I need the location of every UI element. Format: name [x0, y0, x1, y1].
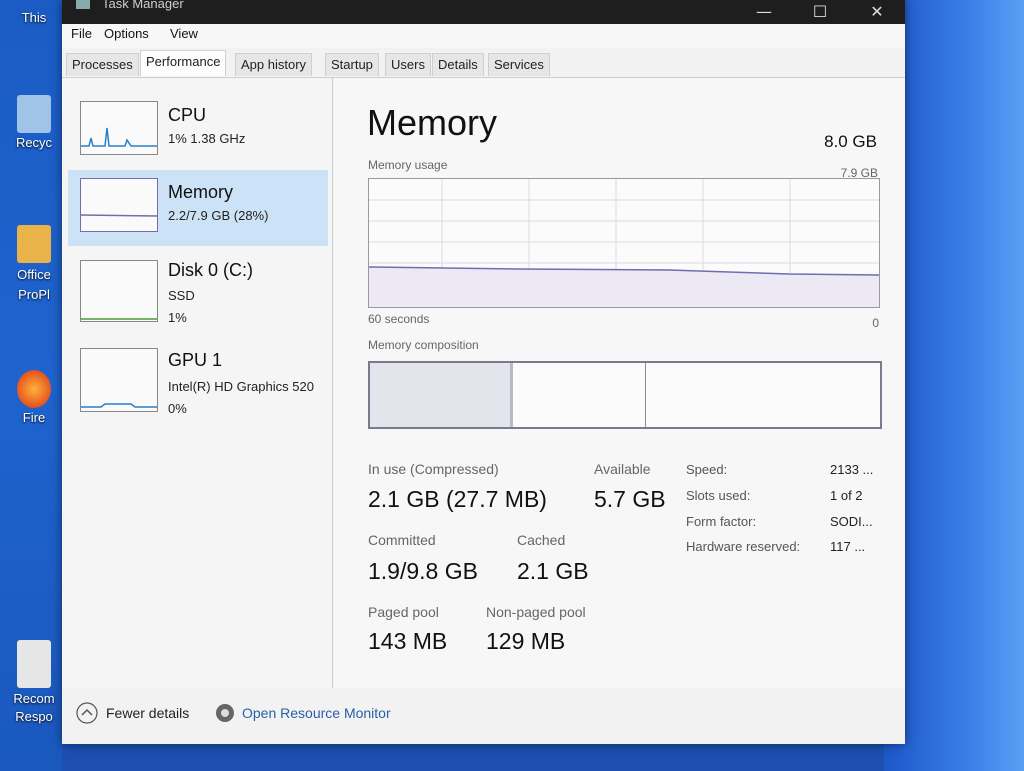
footer: Fewer details Open Resource Monitor: [62, 690, 905, 744]
speed-label: Speed:: [686, 462, 728, 477]
x-axis-right-label: 0: [872, 316, 879, 330]
memory-usage-graph: [368, 178, 880, 308]
in-use-value: 2.1 GB (27.7 MB): [368, 486, 547, 512]
memory-composition-bar: [368, 361, 882, 429]
committed-value: 1.9/9.8 GB: [368, 558, 478, 584]
available-label: Available: [594, 461, 651, 477]
speed-value: 2133 ...: [830, 462, 874, 477]
menu-options[interactable]: Options: [104, 26, 149, 41]
disk-sparkline: [81, 318, 157, 320]
available-value: 5.7 GB: [594, 486, 666, 512]
cpu-subtitle: 1% 1.38 GHz: [168, 131, 246, 146]
desktop-icon-firefox[interactable]: Fire: [8, 370, 60, 425]
menu-file[interactable]: File: [71, 26, 92, 41]
disk-thumbnail-graph: [80, 260, 158, 322]
chevron-up-icon: [76, 702, 98, 724]
disk-title: Disk 0 (C:): [168, 260, 253, 280]
recycle-bin-icon: [17, 95, 51, 133]
paged-pool-value: 143 MB: [368, 628, 448, 654]
hardware-reserved-value: 117 ...: [830, 539, 866, 554]
title-bar[interactable]: Task Manager — ☐ ✕: [62, 0, 905, 24]
open-resource-monitor-label: Open Resource Monitor: [242, 705, 391, 721]
composition-in-use: [370, 363, 513, 427]
office-label: Office ProPl: [17, 267, 51, 302]
x-axis-left-label: 60 seconds: [368, 312, 430, 326]
paged-pool-label: Paged pool: [368, 604, 439, 620]
tab-strip: Processes Performance App history Startu…: [62, 49, 905, 78]
desktop-wallpaper: [884, 0, 1024, 771]
minimize-button[interactable]: —: [744, 2, 784, 22]
sidebar-item-memory[interactable]: Memory 2.2/7.9 GB (28%): [68, 170, 328, 246]
memory-subtitle: 2.2/7.9 GB (28%): [168, 208, 269, 223]
gpu-usage: 0%: [168, 401, 187, 416]
document-label: Recom Respo: [13, 691, 55, 724]
maximize-button[interactable]: ☐: [800, 2, 840, 22]
menu-bar: File Options View: [62, 24, 905, 48]
form-factor-value: SODI...: [830, 514, 873, 529]
resource-monitor-icon: [216, 704, 234, 722]
desktop-icon-document[interactable]: Recom Respo: [8, 640, 60, 726]
task-manager-icon: [76, 0, 90, 9]
gpu-sparkline: [81, 403, 157, 408]
cached-label: Cached: [517, 532, 566, 548]
sidebar-item-gpu[interactable]: GPU 1 Intel(R) HD Graphics 520 0%: [68, 340, 328, 424]
gpu-title: GPU 1: [168, 350, 223, 370]
gpu-thumbnail-graph: [80, 348, 158, 412]
memory-thumbnail-graph: [80, 178, 158, 232]
cached-value: 2.1 GB: [517, 558, 589, 584]
tab-startup[interactable]: Startup: [325, 53, 379, 76]
cpu-thumbnail-graph: [80, 101, 158, 155]
memory-usage-chart: [368, 179, 880, 307]
task-manager-window: Task Manager — ☐ ✕ File Options View Pro…: [62, 0, 905, 744]
tab-processes[interactable]: Processes: [66, 53, 139, 76]
total-memory: 8.0 GB: [824, 132, 877, 151]
this-pc-label: This: [21, 10, 47, 25]
memory-usage-label: Memory usage: [368, 158, 448, 172]
tab-users[interactable]: Users: [385, 53, 431, 76]
tab-details[interactable]: Details: [432, 53, 484, 76]
fewer-details-label: Fewer details: [106, 705, 190, 721]
non-paged-pool-value: 129 MB: [486, 628, 566, 654]
firefox-icon: [17, 370, 51, 408]
page-title: Memory: [367, 102, 498, 143]
cpu-title: CPU: [168, 105, 207, 125]
sidebar-item-cpu[interactable]: CPU 1% 1.38 GHz: [68, 93, 328, 169]
committed-label: Committed: [368, 532, 436, 548]
desktop-icon-office[interactable]: Office ProPl: [8, 225, 60, 305]
sidebar-item-disk[interactable]: Disk 0 (C:) SSD 1%: [68, 248, 328, 325]
memory-detail-panel: Memory 8.0 GB Memory usage 7.9 GB 60 sec…: [334, 78, 905, 688]
hardware-reserved-label: Hardware reserved:: [686, 539, 801, 554]
recycle-bin-label: Recyc: [15, 135, 53, 150]
in-use-label: In use (Compressed): [368, 461, 499, 477]
close-button[interactable]: ✕: [857, 2, 897, 22]
memory-sparkline: [80, 214, 158, 217]
menu-view[interactable]: View: [170, 26, 198, 41]
slots-used-value: 1 of 2: [830, 488, 863, 503]
form-factor-label: Form factor:: [686, 514, 757, 529]
sidebar: CPU 1% 1.38 GHz Memory 2.2/7.9 GB (28%) …: [62, 78, 333, 688]
firefox-label: Fire: [22, 410, 46, 425]
composition-divider: [645, 363, 646, 427]
memory-title: Memory: [168, 182, 234, 202]
slots-used-label: Slots used:: [686, 488, 751, 503]
memory-composition-label: Memory composition: [368, 338, 479, 352]
tab-services[interactable]: Services: [488, 53, 550, 76]
disk-usage: 1%: [168, 310, 187, 325]
cpu-sparkline: [81, 127, 157, 147]
office-icon: [17, 225, 51, 263]
desktop-icon-this-pc[interactable]: This: [8, 10, 60, 25]
tab-performance[interactable]: Performance: [140, 50, 227, 76]
tab-app-history[interactable]: App history: [235, 53, 313, 76]
gpu-model: Intel(R) HD Graphics 520: [168, 379, 314, 394]
disk-type: SSD: [168, 288, 195, 303]
desktop-icon-recycle-bin[interactable]: Recyc: [8, 95, 60, 150]
non-paged-pool-label: Non-paged pool: [486, 604, 586, 620]
window-title: Task Manager: [102, 0, 184, 11]
document-icon: [17, 640, 51, 688]
